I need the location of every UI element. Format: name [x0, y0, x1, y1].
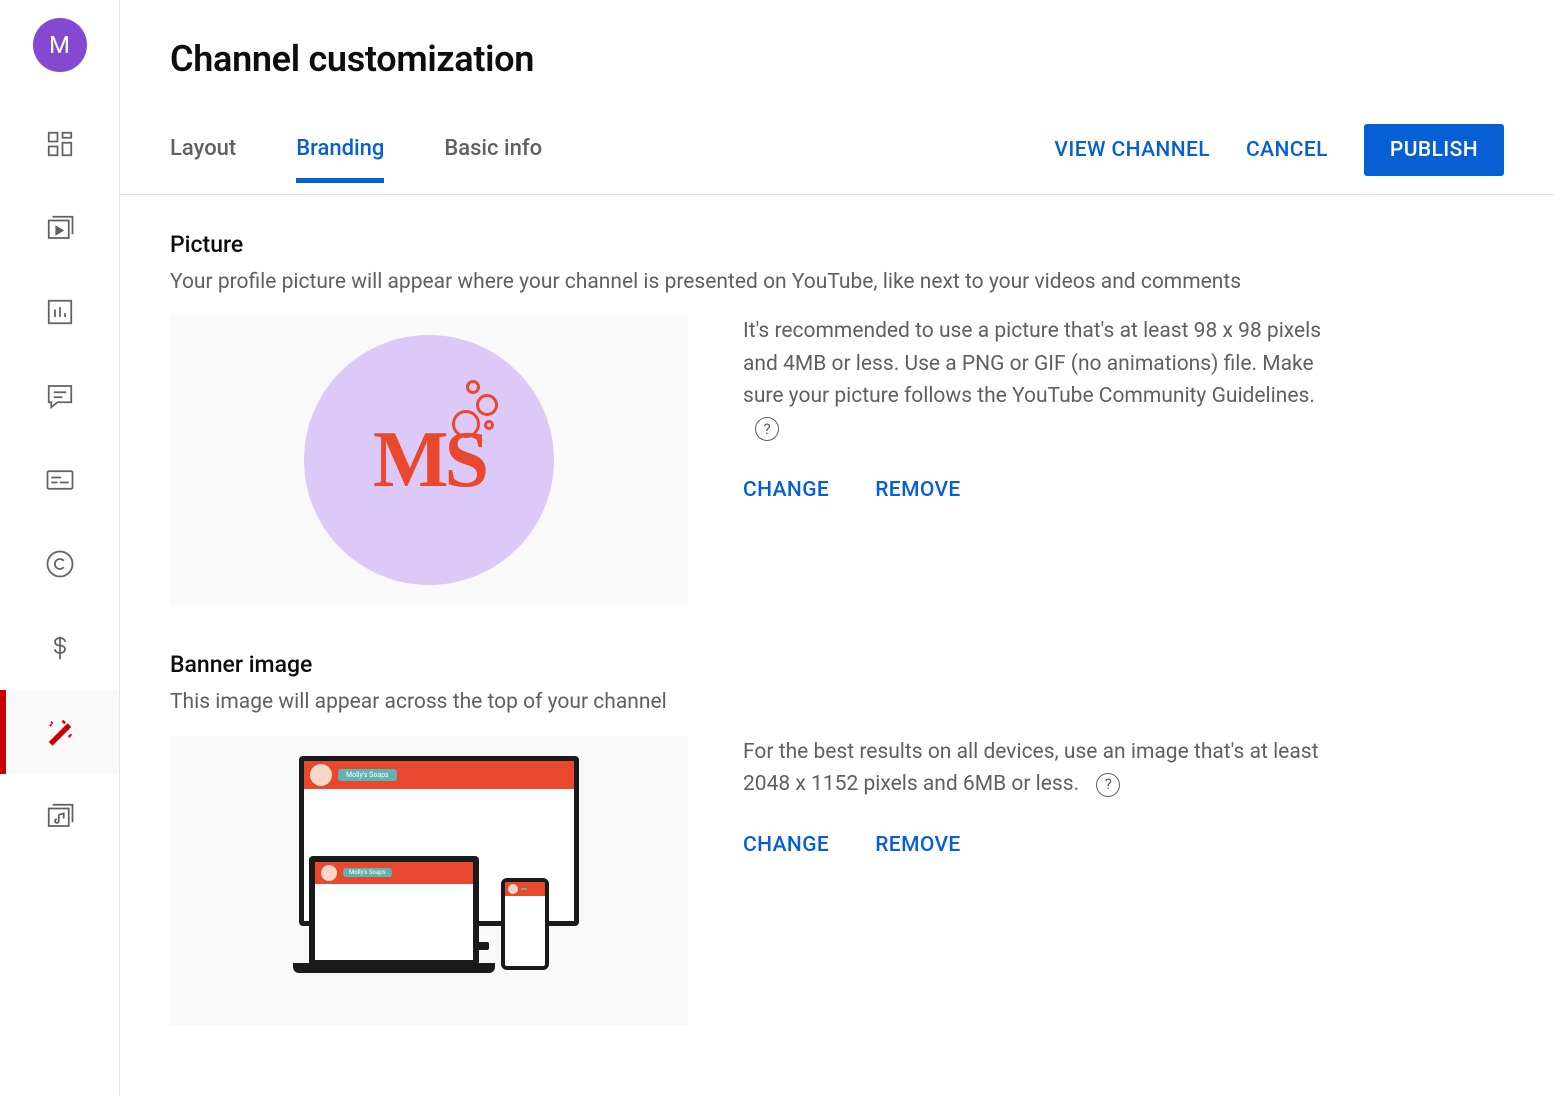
page-title: Channel customization [170, 38, 1504, 80]
banner-text-monitor: Molly's Soaps [338, 769, 397, 781]
nav-copyright[interactable] [0, 522, 119, 606]
nav-audio[interactable] [0, 774, 119, 858]
main-content: Channel customization Layout Branding Ba… [120, 0, 1554, 1096]
comments-icon [45, 381, 75, 411]
banner-change-button[interactable]: CHANGE [743, 833, 829, 857]
cancel-button[interactable]: CANCEL [1246, 138, 1328, 162]
tab-layout[interactable]: Layout [170, 136, 236, 183]
phone-device [501, 878, 549, 970]
help-icon[interactable]: ? [1096, 773, 1120, 797]
banner-text-laptop: Molly's Soaps [343, 868, 392, 877]
nav-customization[interactable] [0, 690, 119, 774]
copyright-icon [45, 549, 75, 579]
channel-avatar[interactable]: M [33, 18, 87, 72]
content-icon [45, 213, 75, 243]
wand-icon [45, 717, 75, 747]
dashboard-icon [45, 129, 75, 159]
banner-title: Banner image [170, 651, 1504, 678]
picture-change-button[interactable]: CHANGE [743, 478, 829, 502]
picture-info-text: It's recommended to use a picture that's… [743, 315, 1333, 445]
profile-picture: MS [304, 335, 554, 585]
nav-content[interactable] [0, 186, 119, 270]
header: Channel customization Layout Branding Ba… [120, 0, 1554, 195]
banner-section: Banner image This image will appear acro… [170, 651, 1504, 1025]
banner-preview: Molly's Soaps Molly's Soaps [170, 736, 688, 1026]
picture-preview: MS [170, 315, 688, 605]
view-channel-button[interactable]: VIEW CHANNEL [1054, 138, 1210, 162]
picture-remove-button[interactable]: REMOVE [875, 478, 961, 502]
banner-info-text: For the best results on all devices, use… [743, 736, 1333, 801]
banner-remove-button[interactable]: REMOVE [875, 833, 961, 857]
banner-desc: This image will appear across the top of… [170, 688, 1504, 717]
nav-analytics[interactable] [0, 270, 119, 354]
picture-desc: Your profile picture will appear where y… [170, 268, 1504, 297]
dollar-icon [45, 633, 75, 663]
banner-info: For the best results on all devices, use… [743, 736, 1333, 857]
help-icon[interactable]: ? [755, 417, 779, 441]
picture-section: Picture Your profile picture will appear… [170, 231, 1504, 605]
analytics-icon [45, 297, 75, 327]
bubbles-decoration [442, 380, 522, 450]
header-actions: VIEW CHANNEL CANCEL PUBLISH [1054, 124, 1504, 194]
content-area: Picture Your profile picture will appear… [120, 195, 1554, 1096]
nav-subtitles[interactable] [0, 438, 119, 522]
audio-icon [45, 801, 75, 831]
tabs: Layout Branding Basic info [170, 136, 542, 183]
picture-info: It's recommended to use a picture that's… [743, 315, 1333, 501]
nav-monetization[interactable] [0, 606, 119, 690]
nav-comments[interactable] [0, 354, 119, 438]
tab-branding[interactable]: Branding [296, 136, 384, 183]
laptop-device: Molly's Soaps [309, 856, 479, 966]
publish-button[interactable]: PUBLISH [1364, 124, 1504, 176]
nav-dashboard[interactable] [0, 102, 119, 186]
sidebar: M [0, 0, 120, 1096]
tab-basic-info[interactable]: Basic info [444, 136, 542, 183]
subtitles-icon [45, 465, 75, 495]
picture-title: Picture [170, 231, 1504, 258]
